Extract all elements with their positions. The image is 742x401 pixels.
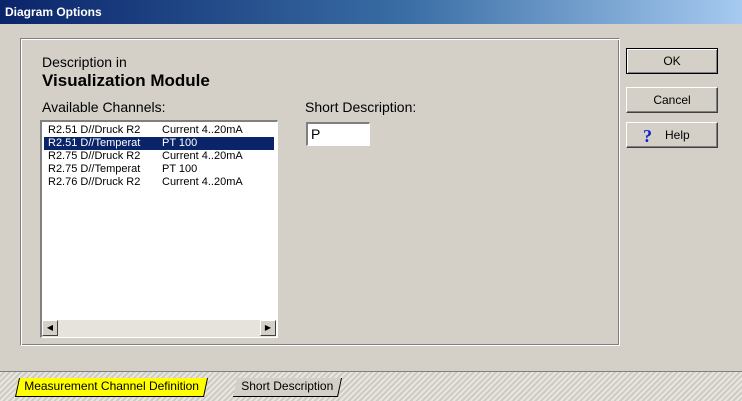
channel-type: Current 4..20mA: [162, 176, 243, 188]
tab-label: Short Description: [241, 379, 334, 393]
help-button[interactable]: ? Help: [626, 122, 718, 148]
channel-id: R2.51 D//Temperat: [48, 137, 141, 149]
arrow-right-icon[interactable]: ▶: [260, 320, 276, 336]
channel-type: PT 100: [162, 163, 198, 175]
tab-label: Measurement Channel Definition: [24, 379, 199, 393]
title-bar: Diagram Options: [0, 0, 742, 24]
channel-list-item-selected[interactable]: R2.51 D//Temperat PT 100: [44, 137, 274, 150]
channel-list-item[interactable]: R2.75 D//Druck R2 Current 4..20mA: [44, 150, 274, 163]
channel-id: R2.51 D//Druck R2: [48, 124, 141, 136]
arrow-left-icon[interactable]: ◀: [42, 320, 58, 336]
channel-type: Current 4..20mA: [162, 150, 243, 162]
channel-id: R2.75 D//Druck R2: [48, 150, 141, 162]
channel-id: R2.75 D//Temperat: [48, 163, 141, 175]
tab-short-description[interactable]: Short Description: [232, 378, 343, 397]
tab-measurement-channel-definition[interactable]: Measurement Channel Definition: [14, 378, 208, 397]
channel-list-item[interactable]: R2.75 D//Temperat PT 100: [44, 163, 274, 176]
ok-button[interactable]: OK: [626, 48, 718, 74]
channel-id: R2.76 D//Druck R2: [48, 176, 141, 188]
channel-listbox[interactable]: R2.51 D//Druck R2 Current 4..20mA R2.51 …: [40, 120, 278, 338]
cancel-button[interactable]: Cancel: [626, 87, 718, 113]
short-description-label: Short Description:: [305, 99, 417, 115]
horizontal-scrollbar[interactable]: ◀ ▶: [42, 320, 276, 337]
channel-list-item[interactable]: R2.51 D//Druck R2 Current 4..20mA: [44, 124, 274, 137]
help-button-label: Help: [665, 128, 690, 142]
module-name: Visualization Module: [42, 71, 210, 90]
channel-type: PT 100: [162, 137, 198, 149]
available-channels-label: Available Channels:: [42, 99, 166, 115]
help-question-icon: ?: [643, 126, 652, 146]
description-panel: Description in Visualization Module Avai…: [20, 38, 620, 346]
channel-list-item[interactable]: R2.76 D//Druck R2 Current 4..20mA: [44, 176, 274, 189]
window-title: Diagram Options: [5, 5, 102, 19]
channel-type: Current 4..20mA: [162, 124, 243, 136]
short-description-input[interactable]: P: [306, 122, 370, 146]
description-in-label: Description in: [42, 54, 127, 70]
